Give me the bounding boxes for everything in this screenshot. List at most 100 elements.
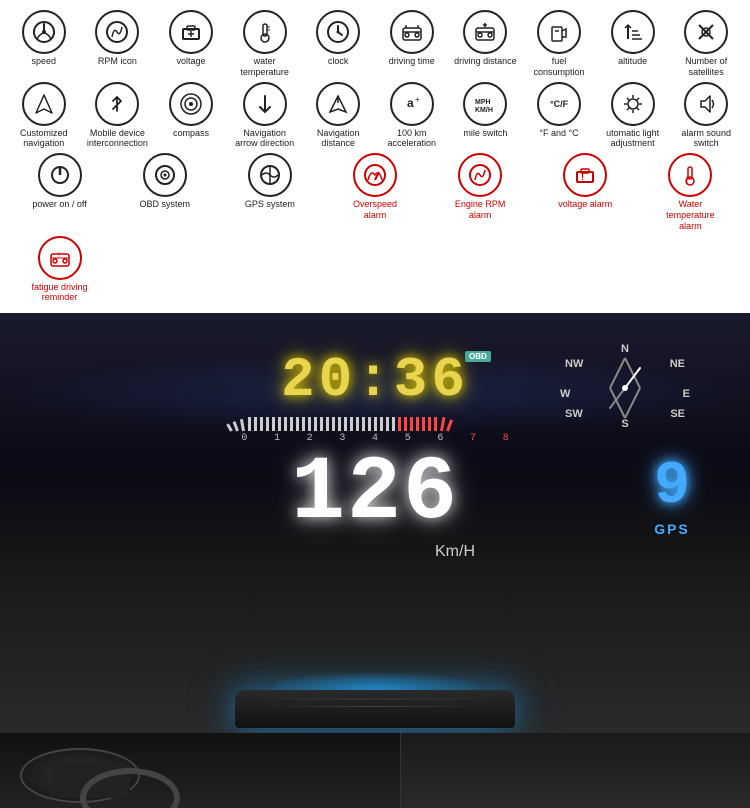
svg-text:MPH: MPH	[475, 99, 491, 106]
feature-driving-distance: driving distance	[450, 10, 522, 78]
compass-east: E	[683, 388, 690, 400]
feature-compass: compass	[155, 82, 227, 150]
fatigue-label: fatigue driving reminder	[27, 282, 92, 304]
compass-sw: SW	[565, 408, 583, 420]
feature-rpm: RPM icon	[82, 10, 154, 78]
feature-water-alarm: ! Water temperature alarm	[639, 153, 742, 231]
mobile-icon	[95, 82, 139, 126]
feature-mobile: Mobile device interconnection	[82, 82, 154, 150]
svg-text:a: a	[407, 96, 414, 110]
satellites-icon	[684, 10, 728, 54]
voltage-icon	[169, 10, 213, 54]
obd-icon	[143, 153, 187, 197]
voltage-alarm-icon: !	[563, 153, 607, 197]
feature-driving-time: driving time	[376, 10, 448, 78]
light-adj-icon	[611, 82, 655, 126]
voltage-alarm-label: voltage alarm	[558, 199, 612, 210]
driving-distance-icon	[463, 10, 507, 54]
feature-altitude: altitude	[597, 10, 669, 78]
driving-time-icon	[390, 10, 434, 54]
feature-mile-switch: MPH KM/H mile switch	[450, 82, 522, 150]
mile-switch-icon: MPH KM/H	[463, 82, 507, 126]
features-panel: speed RPM icon voltage	[0, 0, 750, 313]
compass-nw: NW	[565, 358, 583, 370]
compass-west: W	[560, 388, 570, 400]
hud-area: 20:36 OBD	[0, 313, 750, 733]
obd-badge: OBD	[465, 351, 491, 362]
svg-text:!: !	[686, 175, 689, 185]
feature-100km: a + 100 km acceleration	[376, 82, 448, 150]
compass-se: SE	[670, 408, 685, 420]
car-interior	[0, 733, 750, 808]
100km-label: 100 km acceleration	[379, 128, 444, 150]
temp-unit-label: °F and °C	[539, 128, 578, 139]
nav-arrow-icon	[243, 82, 287, 126]
mile-switch-label: mile switch	[463, 128, 507, 139]
power-label: power on / off	[32, 199, 86, 210]
water-temp-icon	[243, 10, 287, 54]
fatigue-icon: !	[38, 236, 82, 280]
custom-nav-icon	[22, 82, 66, 126]
rpm-label: RPM icon	[98, 56, 137, 67]
custom-nav-label: Customized navigation	[11, 128, 76, 150]
rpm-alarm-label: Engine RPM alarm	[448, 199, 513, 221]
gps-label: GPS	[654, 521, 690, 537]
nav-distance-icon	[316, 82, 360, 126]
driving-distance-label: driving distance	[454, 56, 517, 67]
compass-ne: NE	[670, 358, 685, 370]
feature-row-1: speed RPM icon voltage	[8, 10, 742, 78]
fuel-icon	[537, 10, 581, 54]
speed-icon	[22, 10, 66, 54]
satellites-label: Number of satellites	[674, 56, 739, 78]
gps-display: 9 GPS	[654, 453, 690, 537]
svg-text:!: !	[581, 172, 584, 182]
rpm-gauge: 0 1 2 3 4 5 6 7 8	[220, 401, 530, 444]
speed-label: speed	[32, 56, 57, 67]
svg-text:°C/F: °C/F	[550, 99, 569, 109]
nav-distance-label: Navigation distance	[306, 128, 371, 150]
power-icon	[38, 153, 82, 197]
rpm-icon	[95, 10, 139, 54]
svg-text:+: +	[415, 95, 420, 104]
feature-satellites: Number of satellites	[670, 10, 742, 78]
svg-text:!: !	[58, 252, 60, 259]
feature-custom-nav: Customized navigation	[8, 82, 80, 150]
compass-icon	[169, 82, 213, 126]
overspeed-icon	[353, 153, 397, 197]
100km-icon: a +	[390, 82, 434, 126]
feature-fatigue: ! fatigue driving reminder	[8, 236, 111, 304]
feature-voltage: voltage	[155, 10, 227, 78]
feature-row-3: power on / off OBD system GP	[8, 153, 742, 303]
feature-voltage-alarm: ! voltage alarm	[534, 153, 637, 231]
feature-sound: alarm sound switch	[670, 82, 742, 150]
overspeed-label: Overspeed alarm	[342, 199, 407, 221]
feature-temp-unit: °C/F °F and °C	[523, 82, 595, 150]
compass-rose: N NE E SE S SW W NW	[560, 343, 690, 443]
speed-unit-label: Km/H	[435, 543, 475, 561]
feature-nav-arrow: Navigation arrow direction	[229, 82, 301, 150]
fuel-label: fuel consumption	[526, 56, 591, 78]
temp-unit-icon: °C/F	[537, 82, 581, 126]
feature-clock: clock	[302, 10, 374, 78]
feature-obd: OBD system	[113, 153, 216, 231]
altitude-icon	[611, 10, 655, 54]
dashboard-right	[400, 733, 750, 808]
compass: N NE E SE S SW W NW	[560, 343, 690, 463]
voltage-label: voltage	[176, 56, 205, 67]
clock-label: clock	[328, 56, 349, 67]
feature-gps: GPS system	[218, 153, 321, 231]
mobile-label: Mobile device interconnection	[85, 128, 150, 150]
feature-water-temp: water temperature	[229, 10, 301, 78]
feature-light-adj: utomatic light adjustment	[597, 82, 669, 150]
feature-fuel: fuel consumption	[523, 10, 595, 78]
feature-row-2: Customized navigation Mobile device inte…	[8, 82, 742, 150]
feature-overspeed: Overspeed alarm	[323, 153, 426, 231]
gps-label: GPS system	[245, 199, 295, 210]
water-alarm-icon: !	[668, 153, 712, 197]
hud-device-body	[235, 690, 515, 728]
rpm-gauge-bars	[230, 401, 530, 431]
compass-needle	[590, 353, 660, 423]
gps-icon	[248, 153, 292, 197]
feature-power: power on / off	[8, 153, 111, 231]
feature-speed: speed	[8, 10, 80, 78]
